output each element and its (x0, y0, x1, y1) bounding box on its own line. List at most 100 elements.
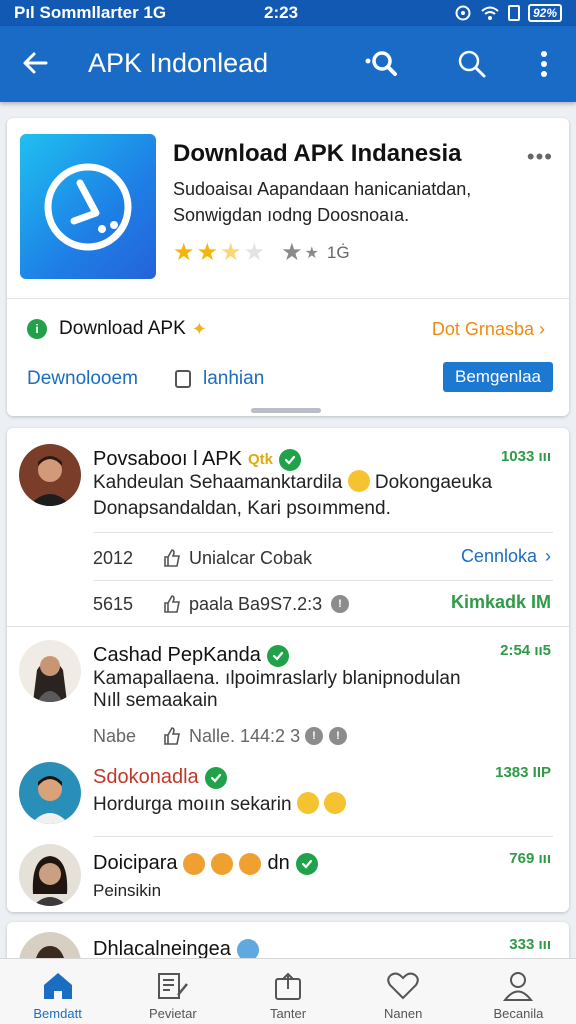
rating-count: 1Ġ (326, 242, 350, 262)
post-author[interactable]: Povsabooı l APK Qtk (93, 448, 301, 471)
stat-count: 5615 (93, 593, 134, 614)
download-status-icon: i (27, 319, 47, 339)
app-bar: APK Indonlead (0, 26, 576, 102)
status-time: 2:23 (264, 3, 299, 22)
app-name: Download APK Indanesia (173, 140, 462, 167)
comment-link[interactable]: Cennloka › (461, 546, 551, 567)
avatar[interactable] (19, 762, 81, 824)
bookmark-icon (175, 370, 191, 388)
post-text-line-1: Kamapallaena. ılpoimraslarly blanipnodul… (93, 668, 461, 689)
description-line-1: Sudoaisaı Aapandaan hanicaniatdan, (173, 179, 472, 199)
status-carrier: Pıl Sommllarter 1G (14, 3, 167, 22)
post-text-line: Kahdeulan Sehaamanktardila Dokongaeuka (93, 470, 553, 496)
author-name: Sdokonadla (93, 766, 199, 788)
home-icon (40, 969, 76, 1003)
download-link[interactable]: Dewnolooem (27, 368, 138, 390)
heart-icon (385, 969, 421, 1003)
post-time: 1383 IIP (495, 764, 551, 781)
post-text-line-2: Donapsandaldan, Kari psoımmend. (93, 498, 391, 519)
magic-search-icon[interactable] (364, 46, 400, 82)
post-time: 2:54 ıı5 (500, 642, 551, 659)
install-button[interactable]: Bemgenlaa (442, 362, 553, 392)
nav-label: Pevietar (148, 1006, 197, 1021)
reply-link[interactable]: Kimkadk IM (451, 592, 551, 613)
divider (93, 580, 553, 581)
nav-item-favorites[interactable]: Nanen (346, 959, 461, 1024)
stat-label: Nalle. 144:2 3 (189, 725, 301, 746)
more-options-icon[interactable]: ••• (527, 144, 553, 170)
star-icon: ★ (173, 239, 195, 266)
nav-item-profile[interactable]: Becanila (461, 959, 576, 1024)
post-text: Peinsikin (93, 881, 162, 900)
time-icon: ! (329, 727, 347, 745)
verified-icon (266, 644, 289, 667)
divider (93, 836, 553, 837)
description-line-2: Sonwigdan ıodng Doosnoaıa. (173, 205, 410, 225)
more-vertical-icon[interactable] (526, 46, 562, 82)
action-row: Dewnolooem lanhian Bemgenlaa (27, 362, 553, 396)
stat-label: Nabe (93, 725, 137, 746)
stat-label: paala Ba9S7.2:3 (189, 593, 323, 614)
app-icon (20, 134, 156, 279)
avatar[interactable] (19, 844, 81, 906)
profile-icon (500, 969, 536, 1003)
half-star-icon: ★ (220, 239, 242, 266)
author-tag: Qtk (247, 451, 273, 468)
info-link[interactable]: lanhian (203, 368, 264, 390)
post-time: 1033 ııı (500, 448, 551, 465)
post-time: 333 ııı (509, 936, 551, 953)
post-text-line-1: Kahdeulan Sehaamanktardila (93, 472, 343, 493)
post-author[interactable]: Doicipara dn (93, 852, 318, 875)
post-text-line-1-tail: Dokongaeuka (374, 472, 493, 493)
post-time: 769 ııı (509, 850, 551, 867)
author-name: Doicipara (93, 852, 178, 874)
stat-count: 2012 (93, 547, 134, 568)
like-icon[interactable] (163, 548, 181, 568)
avatar[interactable] (19, 444, 81, 506)
post-author[interactable]: Sdokonadla (93, 766, 227, 789)
download-row[interactable]: i Download APK ✦ Dot Grnasba › (27, 316, 551, 342)
verified-icon (204, 766, 227, 789)
search-icon[interactable] (454, 46, 490, 82)
author-name-tail: dn (267, 852, 290, 874)
share-icon (270, 969, 306, 1003)
back-arrow-icon[interactable] (20, 48, 50, 78)
divider (7, 298, 569, 299)
battery-level: 92% (527, 4, 562, 22)
star-empty-icon: ★ (243, 239, 266, 266)
nav-item-share[interactable]: Tanter (230, 959, 345, 1024)
nav-label: Tanter (269, 1006, 307, 1021)
stat-label: Unialcar Cobak (189, 547, 313, 568)
avatar[interactable] (19, 640, 81, 702)
status-bar: Pıl Sommllarter 1G 2:23 92% (0, 0, 576, 26)
nav-label: Bemdatt (33, 1006, 82, 1021)
nav-item-home[interactable]: Bemdatt (0, 959, 115, 1024)
chevron-right-icon: › (539, 318, 545, 339)
refresh-icon (455, 5, 471, 21)
comment-link-label: Cennloka (460, 546, 537, 566)
like-icon[interactable] (163, 726, 181, 746)
download-more-link[interactable]: Dot Grnasba › (432, 319, 545, 340)
nav-label: Becanila (493, 1006, 544, 1021)
download-more-label: Dot Grnasba (431, 318, 534, 339)
emoji-icon (239, 852, 262, 875)
post-text: Hordurga moıın sekarin (93, 792, 553, 818)
chevron-right-icon: › (545, 546, 551, 566)
nav-item-edit[interactable]: Pevietar (115, 959, 230, 1024)
drag-handle[interactable] (251, 408, 321, 413)
divider (7, 626, 569, 627)
nav-label: Nanen (384, 1006, 423, 1021)
post-text-line-1: Hordurga moıın sekarin (93, 794, 292, 815)
post-author[interactable]: Cashad PepKanda (93, 644, 289, 667)
like-icon[interactable] (163, 594, 181, 614)
post-text: Kamapallaena. ılpoimraslarly blanipnodul… (93, 668, 553, 712)
author-name: Povsabooı l APK (93, 448, 242, 470)
post-text: Kahdeulan Sehaamanktardila Dokongaeuka D… (93, 470, 553, 522)
time-icon: ! (331, 595, 349, 613)
status-icons: 92% (454, 4, 562, 22)
sim-icon (507, 5, 520, 21)
divider (93, 532, 553, 533)
star-icon: ★ (196, 239, 219, 266)
download-label: Download APK (59, 318, 186, 339)
grinning-emoji-icon (347, 470, 370, 492)
